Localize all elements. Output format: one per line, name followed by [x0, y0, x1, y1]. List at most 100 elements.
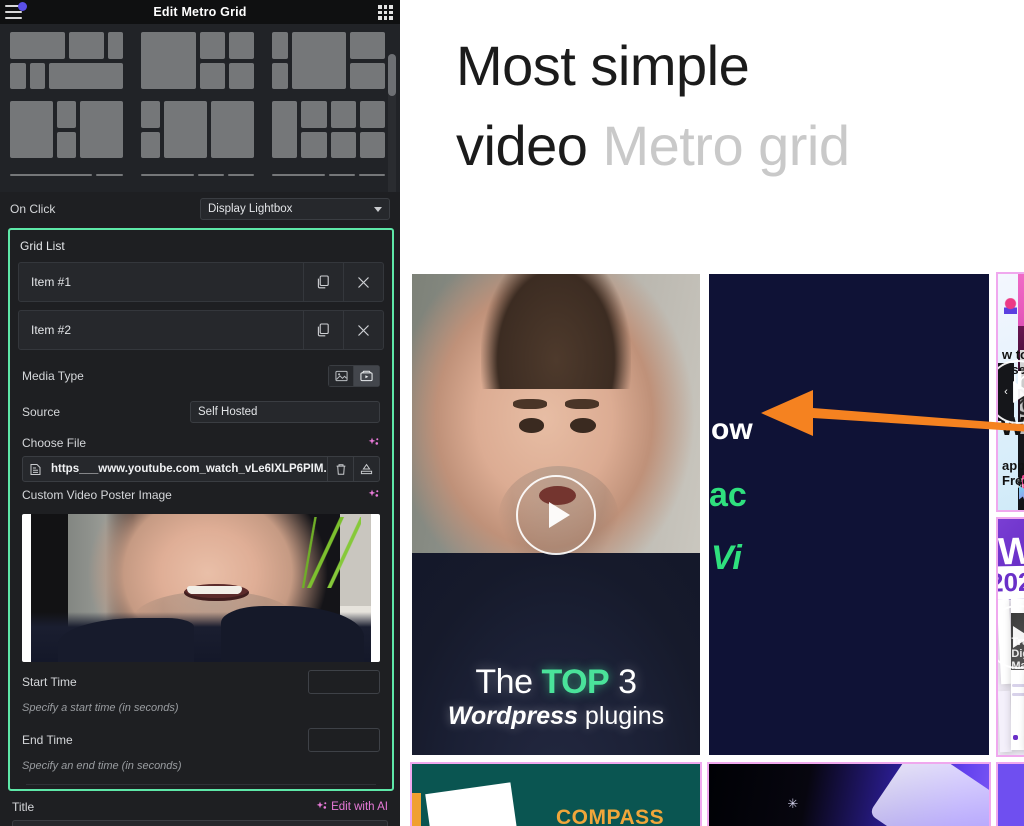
end-time-label: End Time	[22, 733, 73, 747]
upload-icon[interactable]	[353, 456, 379, 482]
title-field-label: Title	[12, 800, 35, 814]
image-icon[interactable]	[328, 365, 354, 387]
title-input[interactable]	[12, 820, 388, 826]
metro-grid: Image Preview w to Use ightbox Widget ap…	[410, 272, 1024, 826]
navy-line3: Vi	[711, 538, 742, 577]
close-icon[interactable]	[343, 311, 383, 349]
tile-caption: The TOP 3 Wordpress plugins	[412, 663, 700, 731]
grid-list-repeater: Grid List Item #1 Item #2 Media Type Sou…	[8, 228, 394, 791]
start-time-row: Start Time	[10, 662, 392, 698]
presets-scrollbar[interactable]	[388, 54, 396, 192]
chevron-down-icon	[374, 206, 382, 212]
layout-presets	[0, 24, 400, 192]
source-select[interactable]: Self Hosted	[190, 401, 380, 423]
layout-preset-8[interactable]	[141, 170, 254, 176]
page-title: Edit Metro Grid	[153, 5, 247, 19]
poster-letterbox-left	[22, 514, 31, 662]
duplicate-icon[interactable]	[303, 311, 343, 349]
caption-line2: Wordpress plugins	[448, 702, 664, 730]
play-icon[interactable]	[516, 474, 596, 555]
layout-preset-7[interactable]	[10, 170, 123, 176]
layout-preset-3[interactable]	[272, 32, 385, 89]
start-time-hint: Specify a start time (in seconds)	[22, 702, 179, 714]
hero-section: Most simple video Metro grid	[400, 0, 1024, 185]
metro-tile-lightbox[interactable]: Image Preview w to Use ightbox Widget ap…	[996, 272, 1024, 512]
media-type-label: Media Type	[22, 369, 84, 383]
end-time-row: End Time	[10, 720, 392, 756]
layout-preset-6[interactable]	[272, 101, 385, 158]
play-icon[interactable]	[998, 360, 1024, 424]
metro-tile-wordpress[interactable]: Trusted Digital Marketing Agency WORDPRE…	[996, 517, 1024, 757]
list-item[interactable]: Item #2	[18, 310, 384, 350]
preset-row	[10, 32, 390, 89]
wp-year: 2024	[998, 565, 1024, 601]
notification-badge	[18, 2, 27, 11]
caption-line1: The TOP 3	[475, 662, 637, 701]
preset-row	[10, 101, 390, 158]
layout-preset-4[interactable]	[10, 101, 123, 158]
choose-file-row: Choose File	[10, 430, 392, 454]
on-click-label: On Click	[10, 202, 56, 216]
preview-canvas: Most simple video Metro grid Image Previ…	[400, 0, 1024, 826]
end-time-hint: Specify an end time (in seconds)	[22, 760, 182, 772]
start-time-label: Start Time	[22, 675, 77, 689]
hamburger-icon[interactable]	[5, 2, 27, 19]
on-click-row: On Click Display Lightbox	[0, 192, 400, 228]
list-item-label: Item #1	[31, 275, 72, 289]
duplicate-icon[interactable]	[303, 263, 343, 301]
list-item-label: Item #2	[31, 323, 72, 337]
metro-tile-purple[interactable]	[996, 762, 1024, 826]
trash-icon[interactable]	[327, 456, 353, 482]
sparkle-icon[interactable]	[368, 489, 380, 501]
media-type-row: Media Type	[10, 358, 392, 394]
layout-preset-5[interactable]	[141, 101, 254, 158]
grid-list-title: Grid List	[20, 239, 65, 253]
brand-logo	[1004, 297, 1017, 314]
hero-heading: Most simple video Metro grid	[456, 26, 1024, 185]
close-icon[interactable]	[343, 263, 383, 301]
video-icon[interactable]	[354, 365, 380, 387]
document-icon	[23, 463, 45, 476]
star-icon: ✳	[787, 796, 799, 812]
edit-with-ai-label: Edit with AI	[331, 801, 388, 813]
file-field[interactable]: https___www.youtube.com_watch_vLe6IXLP6P…	[22, 456, 380, 482]
layout-preset-9[interactable]	[272, 170, 385, 176]
end-time-input[interactable]	[308, 728, 380, 752]
metro-tile-top3-video[interactable]: The TOP 3 Wordpress plugins	[410, 272, 702, 757]
on-click-value: Display Lightbox	[208, 203, 293, 215]
editor-panel: Edit Metro Grid On Click Display Lightbo…	[0, 0, 400, 826]
hero-line1: Most simple	[456, 34, 750, 97]
navy-line2: ac	[709, 476, 747, 515]
file-name: https___www.youtube.com_watch_vLe6IXLP6P…	[51, 463, 327, 475]
metro-tile-space[interactable]: ✳	[707, 762, 991, 826]
grid-dots-icon[interactable]	[378, 5, 393, 20]
list-item[interactable]: Item #1	[18, 262, 384, 302]
compass-label: COMPASS	[556, 805, 665, 826]
hero-line2-strong: video	[456, 113, 588, 177]
caption-the: The	[475, 662, 533, 701]
source-label: Source	[22, 405, 61, 419]
layout-preset-1[interactable]	[10, 32, 123, 89]
caption-top: TOP	[541, 662, 610, 701]
sparkle-icon[interactable]	[368, 437, 380, 449]
on-click-select[interactable]: Display Lightbox	[200, 198, 390, 220]
title-field-row: Title Edit with AI	[0, 791, 400, 820]
edit-with-ai-button[interactable]: Edit with AI	[316, 801, 388, 813]
metro-tile-navy[interactable]: ow ac Vi	[707, 272, 991, 757]
layout-preset-2[interactable]	[141, 32, 254, 89]
play-icon[interactable]	[998, 605, 1024, 669]
choose-file-label: Choose File	[22, 436, 87, 450]
hero-line2-muted: Metro grid	[602, 113, 850, 177]
navy-line1: ow	[711, 413, 753, 447]
divider	[26, 784, 376, 785]
caption-three: 3	[618, 662, 637, 701]
metro-tile-compass[interactable]: COMPASS	[410, 762, 702, 826]
caption-plugins: plugins	[584, 701, 665, 730]
poster-preview[interactable]	[22, 514, 380, 662]
preset-row-partial	[10, 170, 390, 176]
tile-text-line4: appyaddons Free	[1002, 458, 1024, 489]
start-time-input[interactable]	[308, 670, 380, 694]
poster-label: Custom Video Poster Image	[22, 488, 172, 502]
media-type-toggle[interactable]	[328, 365, 380, 387]
source-row: Source Self Hosted	[10, 394, 392, 430]
